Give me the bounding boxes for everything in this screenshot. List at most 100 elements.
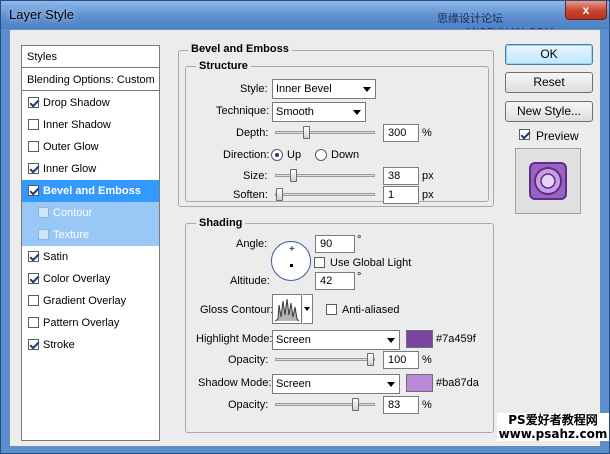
highlight-opacity-label: Opacity:: [228, 354, 269, 366]
soften-input[interactable]: 1: [383, 186, 419, 204]
blending-options-item[interactable]: Blending Options: Custom: [22, 69, 159, 91]
shadow-mode-label: Shadow Mode:: [198, 377, 272, 389]
highlight-opacity-thumb[interactable]: [367, 353, 374, 366]
style-item-color-overlay[interactable]: Color Overlay: [22, 268, 159, 290]
reset-button[interactable]: Reset: [505, 72, 593, 93]
soften-slider[interactable]: [275, 188, 375, 201]
gloss-contour-picker[interactable]: [272, 294, 302, 324]
style-dropdown[interactable]: Inner Bevel: [272, 79, 376, 99]
preview-checkbox[interactable]: [519, 129, 530, 140]
shadow-opacity-slider[interactable]: [275, 398, 375, 411]
shadow-opacity-input[interactable]: 83: [383, 396, 419, 414]
style-item-checkbox[interactable]: [38, 229, 49, 240]
chevron-down-icon: [363, 87, 371, 92]
style-item-contour[interactable]: Contour: [22, 202, 159, 224]
highlight-opacity-slider[interactable]: [275, 353, 375, 366]
style-item-checkbox[interactable]: [28, 119, 39, 130]
anti-aliased-checkbox[interactable]: [326, 304, 337, 315]
soften-slider-thumb[interactable]: [276, 188, 283, 201]
crosshair-icon: +: [289, 244, 295, 255]
shadow-color-swatch[interactable]: [406, 374, 433, 392]
style-item-pattern-overlay[interactable]: Pattern Overlay: [22, 312, 159, 334]
style-item-checkbox[interactable]: [28, 251, 39, 262]
style-item-gradient-overlay[interactable]: Gradient Overlay: [22, 290, 159, 312]
gloss-contour-dropdown[interactable]: [303, 294, 313, 324]
style-item-drop-shadow[interactable]: Drop Shadow: [22, 92, 159, 114]
style-item-label: Inner Shadow: [43, 119, 111, 131]
style-item-label: Outer Glow: [43, 141, 99, 153]
style-item-outer-glow[interactable]: Outer Glow: [22, 136, 159, 158]
new-style-button[interactable]: New Style...: [505, 101, 593, 122]
window-title: Layer Style: [9, 7, 75, 22]
soften-unit: px: [422, 189, 434, 201]
direction-up-radio[interactable]: [271, 149, 283, 161]
soften-label: Soften:: [233, 189, 268, 201]
direction-down-label[interactable]: Down: [331, 149, 359, 161]
style-item-bevel-and-emboss[interactable]: Bevel and Emboss: [22, 180, 159, 202]
depth-label: Depth:: [236, 127, 269, 139]
angle-dial[interactable]: +: [271, 241, 311, 281]
size-label: Size:: [243, 170, 268, 182]
style-item-satin[interactable]: Satin: [22, 246, 159, 268]
style-item-label: Texture: [53, 229, 90, 241]
shadow-opacity-thumb[interactable]: [352, 398, 359, 411]
global-light-label[interactable]: Use Global Light: [330, 257, 411, 269]
watermark-bottom: PS爱好者教程网 www.psahz.com: [497, 413, 609, 441]
ok-button[interactable]: OK: [505, 44, 593, 65]
altitude-unit: °: [357, 271, 362, 283]
style-item-stroke[interactable]: Stroke: [22, 334, 159, 356]
technique-dropdown[interactable]: Smooth: [272, 102, 366, 122]
depth-slider-thumb[interactable]: [303, 126, 310, 139]
preview-label[interactable]: Preview: [536, 129, 579, 143]
style-item-label: Satin: [43, 251, 69, 263]
style-item-inner-shadow[interactable]: Inner Shadow: [22, 114, 159, 136]
angle-input[interactable]: 90: [315, 235, 355, 253]
depth-input[interactable]: 300: [383, 124, 419, 142]
style-item-checkbox[interactable]: [28, 163, 39, 174]
chevron-down-icon: [353, 110, 361, 115]
style-item-label: Contour: [53, 207, 93, 219]
watermark-line-1: PS爱好者教程网: [508, 413, 598, 427]
style-item-checkbox[interactable]: [28, 295, 39, 306]
highlight-color-hex: #7a459f: [436, 333, 476, 345]
layer-style-window: Layer Style 思缘设计论坛 www.MISSVUAN.COM x St…: [0, 0, 610, 454]
style-item-texture[interactable]: Texture: [22, 224, 159, 246]
styles-header[interactable]: Styles: [22, 46, 159, 68]
size-input[interactable]: 38: [383, 167, 419, 185]
style-item-checkbox[interactable]: [28, 317, 39, 328]
style-item-checkbox[interactable]: [28, 339, 39, 350]
chevron-down-icon: [387, 382, 395, 387]
styles-list: Styles Blending Options: Custom Drop Sha…: [21, 45, 160, 441]
title-bar[interactable]: Layer Style 思缘设计论坛 www.MISSVUAN.COM x: [1, 1, 609, 39]
style-preview-thumbnail: [515, 148, 581, 214]
highlight-color-swatch[interactable]: [406, 330, 433, 348]
bevel-emboss-title: Bevel and Emboss: [188, 43, 292, 55]
style-item-checkbox[interactable]: [28, 273, 39, 284]
angle-label: Angle:: [236, 238, 268, 250]
style-item-label: Stroke: [43, 339, 75, 351]
anti-aliased-label[interactable]: Anti-aliased: [342, 304, 399, 316]
altitude-input[interactable]: 42: [315, 272, 355, 290]
size-slider-thumb[interactable]: [290, 169, 297, 182]
depth-unit: %: [422, 127, 432, 139]
watermark-line-2: www.psahz.com: [498, 427, 608, 441]
highlight-opacity-input[interactable]: 100: [383, 351, 419, 369]
close-button[interactable]: x: [565, 1, 607, 20]
style-item-checkbox[interactable]: [28, 185, 39, 196]
style-item-checkbox[interactable]: [28, 97, 39, 108]
depth-slider[interactable]: [275, 126, 375, 139]
highlight-mode-dropdown[interactable]: Screen: [272, 330, 400, 350]
global-light-checkbox[interactable]: [314, 257, 325, 268]
style-item-inner-glow[interactable]: Inner Glow: [22, 158, 159, 180]
direction-up-label[interactable]: Up: [287, 149, 301, 161]
chevron-down-icon: [304, 307, 310, 311]
style-item-checkbox[interactable]: [38, 207, 49, 218]
style-item-checkbox[interactable]: [28, 141, 39, 152]
shadow-mode-dropdown[interactable]: Screen: [272, 374, 400, 394]
technique-value: Smooth: [276, 106, 314, 118]
highlight-mode-label: Highlight Mode:: [196, 333, 273, 345]
style-label: Style:: [240, 83, 268, 95]
shadow-opacity-unit: %: [422, 399, 432, 411]
size-slider[interactable]: [275, 169, 375, 182]
direction-down-radio[interactable]: [315, 149, 327, 161]
